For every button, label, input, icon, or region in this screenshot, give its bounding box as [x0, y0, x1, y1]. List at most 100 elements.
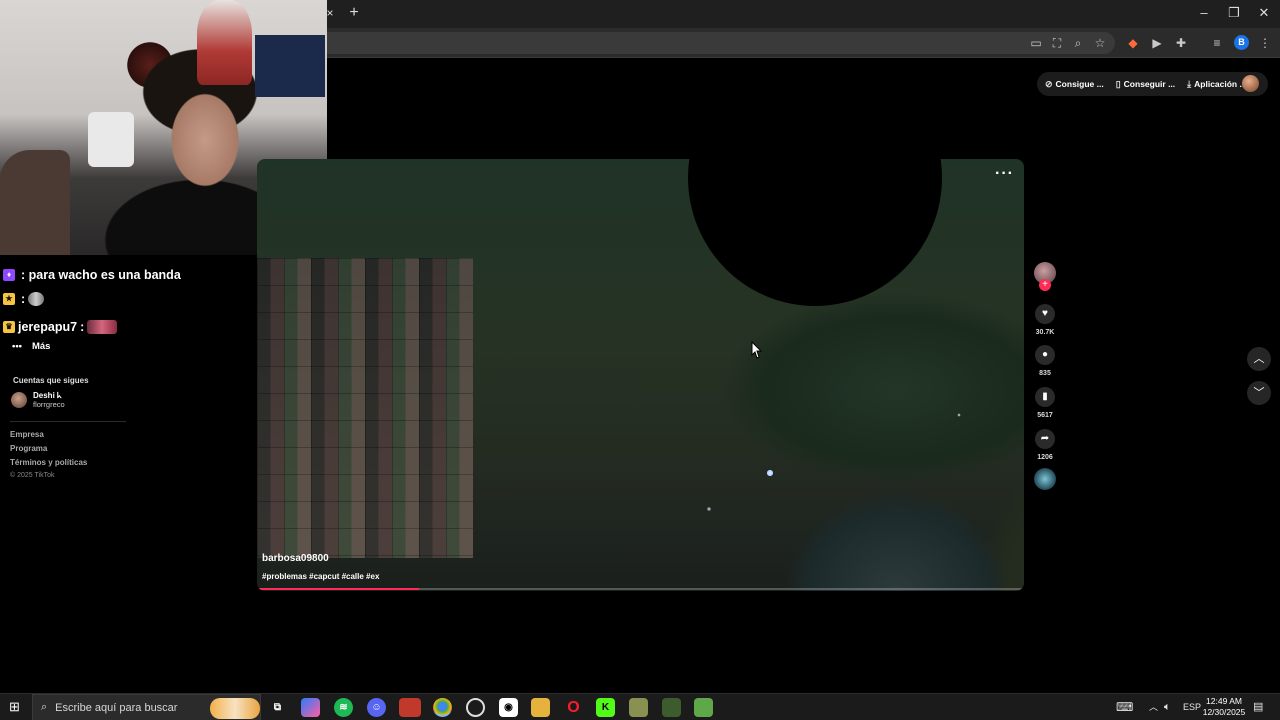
chat-text: : — [80, 320, 85, 334]
volume-icon[interactable]: 🔈︎ — [1164, 694, 1171, 720]
chrome-icon[interactable] — [433, 698, 452, 717]
file-explorer-icon[interactable] — [531, 698, 550, 717]
sidebar-divider — [10, 421, 126, 422]
extension-fox-icon[interactable]: ◆ — [1124, 34, 1142, 52]
video-options-button[interactable]: ··· — [995, 165, 1014, 183]
media-controls-icon[interactable]: ≡ — [1208, 34, 1226, 52]
chat-emote-icon — [87, 320, 118, 334]
chat-badge-icon: ★ — [3, 293, 15, 305]
video-author[interactable]: barbosa09800 — [262, 553, 329, 564]
capture-app-icon[interactable]: ◉ — [499, 698, 518, 717]
following-handle: florrgreco — [33, 400, 65, 409]
search-highlight-image — [210, 698, 260, 719]
bookmark-icon[interactable]: ▮ — [1035, 387, 1055, 407]
video-progress-bar[interactable] — [259, 588, 1022, 590]
game-app-icon[interactable] — [629, 698, 648, 717]
music-disc-icon[interactable] — [1034, 468, 1056, 490]
chat-message: ★ : — [3, 292, 45, 306]
next-video-chevron-down-icon[interactable]: ﹀ — [1247, 381, 1271, 405]
wall-monitor — [255, 35, 325, 97]
more-dots-icon: ••• — [12, 341, 22, 352]
footer-link-program[interactable]: Programa — [10, 444, 47, 453]
webcam-cutout — [688, 159, 942, 306]
tiktok-profile-avatar[interactable] — [1242, 75, 1259, 92]
windows-taskbar: ⊞ ⌕ Escribe aquí para buscar ⧉ ≋ ☺ ◉ O K… — [0, 693, 1280, 720]
avatar — [11, 392, 27, 408]
mouse-cursor-icon — [751, 341, 763, 359]
keyboard-icon[interactable]: ⌨ — [1116, 694, 1133, 720]
discord-icon[interactable]: ☺ — [367, 698, 386, 717]
windows-start-icon[interactable]: ⊞ — [9, 700, 23, 714]
following-name: Deshi ᖾ — [33, 391, 62, 400]
spotify-icon[interactable]: ≋ — [334, 698, 353, 717]
grass-block-icon[interactable] — [694, 698, 713, 717]
bookmark-star-icon[interactable]: ☆ — [1091, 34, 1109, 52]
minecraft-icon[interactable] — [662, 698, 681, 717]
copilot-icon[interactable] — [301, 698, 320, 717]
phone-icon: ▯ — [1115, 78, 1121, 89]
like-heart-icon[interactable]: ♥ — [1035, 304, 1055, 324]
tray-chevron-up-icon[interactable]: ︿ — [1149, 694, 1158, 720]
zoom-icon[interactable]: ⌕ — [1069, 34, 1087, 52]
browser-profile-avatar[interactable]: B — [1234, 35, 1249, 50]
search-icon: ⌕ — [41, 701, 48, 713]
taskbar-search-placeholder: Escribe aquí para buscar — [55, 701, 178, 714]
following-account[interactable]: Deshi ᖾ florrgreco — [11, 391, 65, 409]
copyright-text: © 2025 TikTok — [10, 472, 55, 479]
chat-emote-icon — [28, 292, 45, 306]
get-coins-link[interactable]: ⊘ Consigue ... — [1045, 79, 1104, 90]
sidebar-more-label: Más — [31, 341, 51, 352]
follow-plus-icon[interactable]: + — [1039, 279, 1051, 291]
share-count: 1206 — [1037, 454, 1053, 461]
extension-play-icon[interactable]: ▶ — [1148, 34, 1166, 52]
get-app-label: Conseguir ... — [1123, 79, 1176, 89]
new-tab-button[interactable]: + — [344, 3, 364, 23]
footer-link-terms[interactable]: Términos y políticas — [10, 458, 87, 467]
restore-button[interactable]: ❐ — [1219, 3, 1249, 23]
close-window-button[interactable]: ✕ — [1249, 3, 1279, 23]
chat-badge-icon: ♛ — [3, 321, 15, 333]
get-app-link[interactable]: ▯ Conseguir ... — [1116, 79, 1175, 90]
video-player[interactable]: ··· barbosa09800 #problemas #capcut #cal… — [257, 159, 1024, 591]
download-app-link[interactable]: ⤓ Aplicación ... — [1187, 79, 1246, 90]
opera-icon[interactable]: O — [564, 698, 583, 717]
comment-icon[interactable]: ● — [1035, 345, 1055, 365]
taskbar-clock[interactable]: 12:49 AM 12/30/2025 — [1199, 696, 1249, 718]
chat-message: ♛ jerepapu7 : — [3, 320, 118, 334]
background-cup — [88, 112, 134, 167]
clock-date: 12/30/2025 — [1202, 707, 1246, 717]
obs-icon[interactable] — [466, 698, 485, 717]
download-app-label: Aplicación ... — [1194, 79, 1247, 89]
download-icon: ⤓ — [1187, 78, 1192, 89]
footer-link-company[interactable]: Empresa — [10, 430, 44, 439]
kick-icon[interactable]: K — [596, 698, 615, 717]
santa-figure — [197, 0, 252, 85]
coin-icon: ⊘ — [1045, 78, 1053, 89]
minimize-button[interactable]: – — [1189, 3, 1219, 23]
previous-video-chevron-up-icon[interactable]: ︿ — [1247, 347, 1271, 371]
browser-menu-icon[interactable]: ⋮ — [1256, 34, 1274, 52]
chat-text: : para wacho es una banda — [21, 268, 181, 282]
notifications-icon[interactable]: ▤ — [1253, 694, 1263, 720]
task-view-icon[interactable]: ⧉ — [268, 698, 287, 717]
sidebar-more-button[interactable]: ••• Más — [12, 341, 50, 352]
chat-badge-icon: ♦ — [3, 269, 15, 281]
extensions-puzzle-icon[interactable]: ✚ — [1172, 34, 1190, 52]
chat-text: : — [21, 292, 26, 306]
share-arrow-icon[interactable]: ➦ — [1035, 429, 1055, 449]
video-description[interactable]: #problemas #capcut #calle #ex — [262, 572, 379, 581]
clock-time: 12:49 AM — [1206, 696, 1242, 706]
tiktok-header-actions: ⊘ Consigue ... ▯ Conseguir ... ⤓ Aplicación… — [1037, 72, 1268, 96]
get-coins-label: Consigue ... — [1055, 79, 1104, 89]
streamer-arm — [0, 150, 70, 255]
cast-icon[interactable]: ▭ — [1027, 34, 1045, 52]
pixelated-grid — [257, 258, 473, 558]
voice-app-icon[interactable] — [399, 698, 421, 717]
comment-count: 835 — [1039, 370, 1051, 377]
save-count: 5617 — [1037, 412, 1053, 419]
chat-username: jerepapu7 — [18, 320, 78, 334]
translate-icon[interactable]: ⛶ — [1048, 34, 1066, 52]
address-bar[interactable] — [240, 32, 1115, 54]
video-progress-fill — [259, 588, 420, 590]
taskbar-search-input[interactable]: ⌕ Escribe aquí para buscar — [32, 694, 261, 720]
